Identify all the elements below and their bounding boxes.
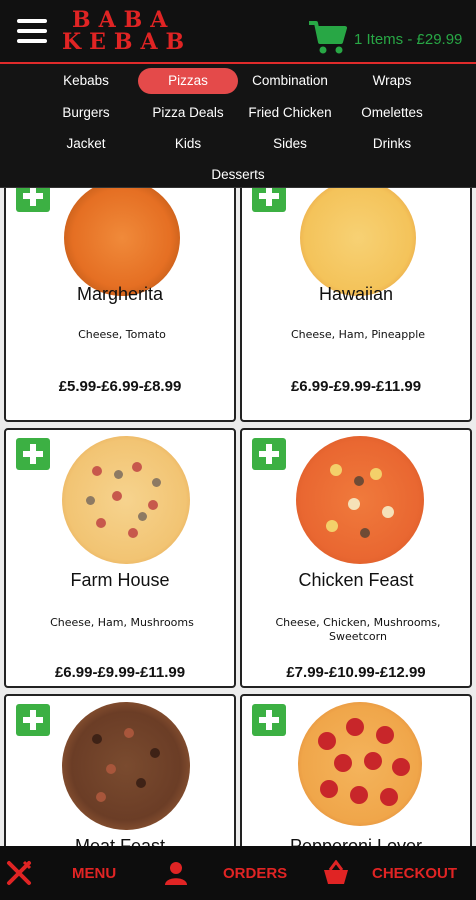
category-desserts[interactable]: Desserts [188, 162, 288, 188]
app-header: BABA KEBAB 1 Items - £29.99 [0, 0, 476, 64]
product-card-chicken-feast[interactable]: Chicken Feast Cheese, Chicken, Mushrooms… [240, 428, 472, 688]
pizza-image [62, 702, 190, 830]
category-pizzas[interactable]: Pizzas [138, 68, 238, 94]
product-grid: Margherita Cheese, Tomato £5.99-£6.99-£8… [0, 188, 476, 846]
category-wraps[interactable]: Wraps [342, 68, 442, 94]
add-to-cart-button[interactable] [16, 438, 50, 470]
app-screen: BABA KEBAB 1 Items - £29.99 Kebabs Pizza… [0, 0, 476, 900]
add-to-cart-button[interactable] [252, 188, 286, 212]
product-card-pepperoni-lover[interactable]: Pepperoni Lover [240, 694, 472, 846]
add-to-cart-button[interactable] [16, 188, 50, 212]
logo-line-2: KEBAB [62, 29, 193, 55]
pizza-image [298, 702, 422, 826]
product-card-farm-house[interactable]: Farm House Cheese, Ham, Mushrooms £6.99-… [4, 428, 236, 688]
logo-line-1: BABA [72, 7, 176, 33]
category-kids[interactable]: Kids [138, 131, 238, 157]
hamburger-menu-icon[interactable] [17, 19, 47, 43]
product-description: Cheese, Tomato [78, 328, 166, 341]
product-card-meat-feast[interactable]: Meat Feast [4, 694, 236, 846]
product-name: Pepperoni Lover [289, 836, 423, 846]
add-to-cart-button[interactable] [252, 438, 286, 470]
cart-summary[interactable]: 1 Items - £29.99 [308, 20, 474, 56]
brand-logo[interactable]: BABA KEBAB [62, 9, 192, 53]
product-card-margherita[interactable]: Margherita Cheese, Tomato £5.99-£6.99-£8… [4, 188, 236, 422]
product-name: Farm House [70, 570, 170, 590]
pizza-image [296, 436, 424, 564]
user-icon [165, 862, 187, 885]
basket-icon [324, 860, 348, 884]
product-price: £6.99-£9.99-£11.99 [290, 378, 422, 395]
pizza-image [62, 436, 190, 564]
category-burgers[interactable]: Burgers [36, 100, 136, 126]
product-name: Margherita [76, 284, 164, 304]
product-description: Cheese, Ham, Mushrooms [50, 616, 194, 629]
add-to-cart-button[interactable] [252, 704, 286, 736]
fork-knife-icon [7, 860, 32, 885]
pizza-image [300, 188, 416, 296]
category-fried-chicken[interactable]: Fried Chicken [240, 100, 340, 126]
category-jacket[interactable]: Jacket [36, 131, 136, 157]
product-name: Hawaiian [318, 284, 394, 304]
product-price: £6.99-£9.99-£11.99 [54, 664, 186, 681]
category-omelettes[interactable]: Omelettes [342, 100, 442, 126]
nav-menu-button[interactable]: MENU [0, 846, 150, 900]
product-price: £5.99-£6.99-£8.99 [58, 378, 182, 395]
product-description: Cheese, Ham, Pineapple [290, 328, 426, 341]
nav-menu-label: MENU [72, 865, 117, 882]
product-description: Cheese, Chicken, Mushrooms, Sweetcorn [275, 616, 441, 643]
category-combination[interactable]: Combination [240, 68, 340, 94]
category-drinks[interactable]: Drinks [342, 131, 442, 157]
nav-orders-button[interactable]: ORDERS [155, 846, 305, 900]
nav-checkout-button[interactable]: CHECKOUT [318, 846, 476, 900]
nav-orders-label: ORDERS [223, 865, 288, 882]
category-pizza-deals[interactable]: Pizza Deals [138, 100, 238, 126]
product-price: £7.99-£10.99-£12.99 [286, 664, 426, 681]
cart-total-text: 1 Items - £29.99 [354, 31, 463, 48]
product-card-hawaiian[interactable]: Hawaiian Cheese, Ham, Pineapple £6.99-£9… [240, 188, 472, 422]
shopping-cart-icon [309, 21, 347, 54]
category-menu: Kebabs Pizzas Combination Wraps Burgers … [0, 64, 476, 188]
product-name: Chicken Feast [298, 570, 414, 590]
product-name: Meat Feast [74, 836, 166, 846]
bottom-navigation: MENU ORDERS CHECKOUT [0, 846, 476, 900]
nav-checkout-label: CHECKOUT [372, 865, 457, 882]
add-to-cart-button[interactable] [16, 704, 50, 736]
category-kebabs[interactable]: Kebabs [36, 68, 136, 94]
pizza-image [64, 188, 180, 296]
category-sides[interactable]: Sides [240, 131, 340, 157]
